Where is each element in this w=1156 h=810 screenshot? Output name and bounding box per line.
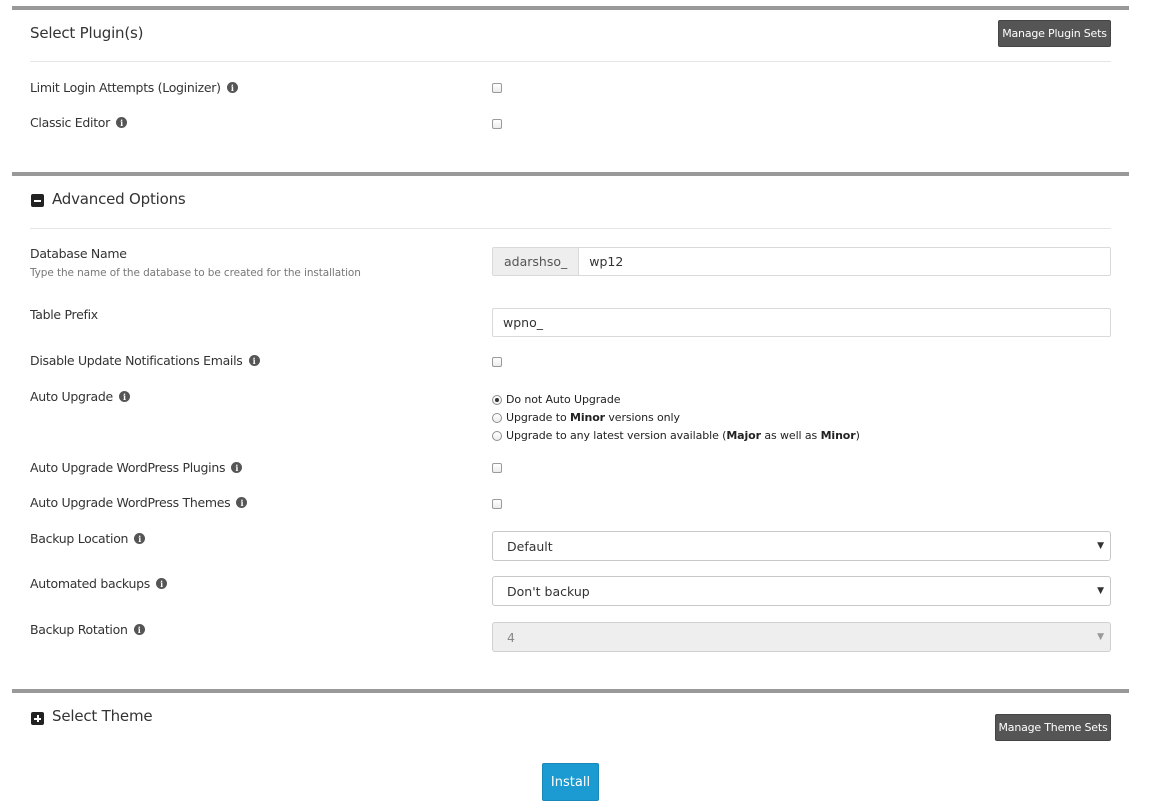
chevron-down-icon: ▼ [1097,586,1104,596]
plugin-classic-editor-label: Classic Editor i [30,115,127,130]
table-prefix-input[interactable]: wpno_ [493,315,543,330]
table-prefix-text: Table Prefix [30,307,98,322]
disable-update-emails-label: Disable Update Notifications Emails i [30,353,260,368]
automated-backups-value: Don't backup [507,583,590,599]
auto-upgrade-latest-post: ) [855,429,860,442]
info-icon[interactable]: i [133,624,145,635]
auto-upgrade-minor-pre: Upgrade to [506,411,570,424]
info-icon[interactable]: i [231,462,243,473]
auto-upgrade-text: Auto Upgrade [30,389,113,404]
auto-upgrade-option-none[interactable]: Do not Auto Upgrade [492,393,620,406]
plugin-classic-editor-text: Classic Editor [30,115,110,130]
backup-location-value: Default [507,538,553,554]
info-icon[interactable]: i [248,355,260,366]
plugin-classic-editor-checkbox[interactable] [492,119,502,129]
db-name-label: Database Name [30,246,127,261]
collapse-minus-icon[interactable] [31,194,44,207]
auto-upgrade-option-latest[interactable]: Upgrade to any latest version available … [492,429,860,442]
theme-section-rule [12,689,1129,693]
automated-backups-text: Automated backups [30,576,150,591]
chevron-down-icon: ▼ [1097,632,1104,642]
install-button[interactable]: Install [542,763,599,801]
plugins-section-title: Select Plugin(s) [30,24,144,42]
backup-location-select[interactable]: Default ▼ [492,531,1111,561]
plugin-loginizer-text: Limit Login Attempts (Loginizer) [30,80,221,95]
table-prefix-label: Table Prefix [30,307,98,322]
backup-rotation-text: Backup Rotation [30,622,128,637]
auto-upgrade-label: Auto Upgrade i [30,389,130,404]
automated-backups-select[interactable]: Don't backup ▼ [492,576,1111,606]
plugins-divider [30,61,1111,62]
auto-upgrade-option-none-label: Do not Auto Upgrade [506,393,621,406]
auto-upgrade-latest-mid: as well as [760,429,821,442]
info-icon[interactable]: i [116,117,127,128]
advanced-divider [30,228,1111,229]
backup-rotation-select: 4 ▼ [492,622,1111,652]
info-icon[interactable]: i [236,497,248,508]
manage-plugin-sets-button[interactable]: Manage Plugin Sets [998,20,1111,47]
db-name-input[interactable]: wp12 [579,254,623,269]
expand-plus-icon[interactable] [31,712,44,725]
db-name-hint: Type the name of the database to be crea… [30,267,361,279]
auto-upgrade-plugins-label: Auto Upgrade WordPress Plugins i [30,460,243,475]
backup-location-text: Backup Location [30,531,129,546]
automated-backups-label: Automated backups i [30,576,167,591]
plugins-section-rule [12,6,1129,10]
info-icon[interactable]: i [155,578,167,589]
plugin-loginizer-checkbox[interactable] [492,83,502,93]
auto-upgrade-option-minor[interactable]: Upgrade to Minor versions only [492,411,680,424]
radio-unselected[interactable] [492,430,502,441]
auto-upgrade-latest-major: Major [726,429,761,442]
radio-unselected[interactable] [492,412,502,423]
auto-upgrade-latest-pre: Upgrade to any latest version available … [506,429,727,442]
info-icon[interactable]: i [226,82,238,93]
advanced-section-rule [12,172,1129,176]
info-icon[interactable]: i [134,533,146,544]
auto-upgrade-themes-checkbox[interactable] [492,499,502,509]
db-name-text: Database Name [30,246,127,261]
auto-upgrade-plugins-text: Auto Upgrade WordPress Plugins [30,460,226,475]
auto-upgrade-themes-text: Auto Upgrade WordPress Themes [30,495,231,510]
backup-location-label: Backup Location i [30,531,146,546]
radio-selected[interactable] [492,394,502,405]
auto-upgrade-minor-bold: Minor [569,411,605,424]
auto-upgrade-themes-label: Auto Upgrade WordPress Themes i [30,495,248,510]
disable-update-emails-text: Disable Update Notifications Emails [30,353,243,368]
info-icon[interactable]: i [118,391,130,402]
auto-upgrade-minor-post: versions only [605,411,680,424]
manage-theme-sets-button[interactable]: Manage Theme Sets [995,714,1111,741]
auto-upgrade-plugins-checkbox[interactable] [492,463,502,473]
auto-upgrade-latest-minor: Minor [820,429,856,442]
theme-section-title[interactable]: Select Theme [52,707,153,725]
db-name-prefix-addon: adarshso_ [493,248,580,275]
db-name-field[interactable]: adarshso_ wp12 [492,247,1111,276]
backup-rotation-label: Backup Rotation i [30,622,145,637]
advanced-section-title[interactable]: Advanced Options [52,190,186,208]
backup-rotation-value: 4 [507,629,515,645]
table-prefix-field[interactable]: wpno_ [492,308,1111,337]
disable-update-emails-checkbox[interactable] [492,357,502,367]
plugin-loginizer-label: Limit Login Attempts (Loginizer) i [30,80,238,95]
chevron-down-icon: ▼ [1097,541,1104,551]
